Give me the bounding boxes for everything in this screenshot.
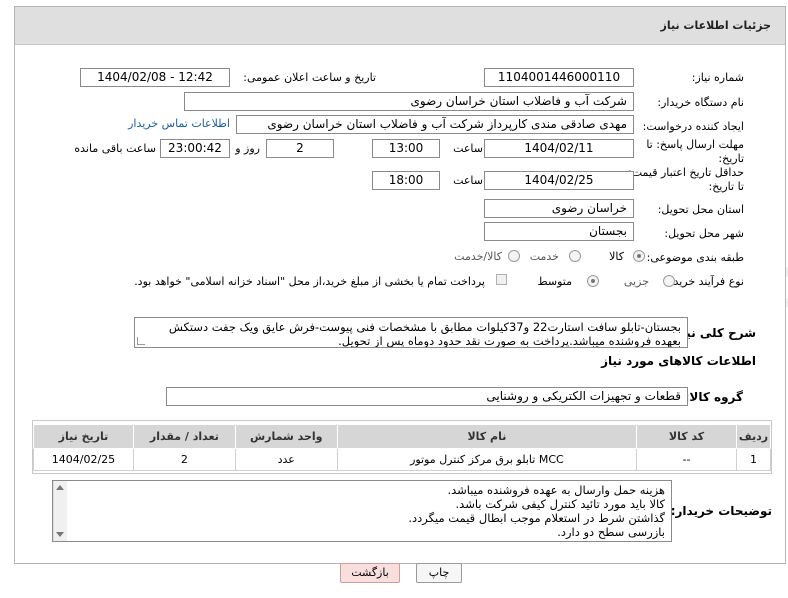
days-label: روز و: [235, 142, 260, 155]
process-type-label: نوع فرآیند خرید :: [666, 275, 744, 288]
goods-table-header: تاریخ نیاز تعداد / مقدار واحد شمارش نام …: [33, 424, 772, 449]
price-validity-time-field[interactable]: 18:00: [372, 171, 440, 190]
buyer-org-field[interactable]: شرکت آب و فاضلاب استان خراسان رضوی: [184, 92, 634, 111]
need-number-field[interactable]: 1104001446000110: [484, 68, 634, 87]
buyer-note-line: کالا باید مورد تائید کنترل کیفی شرکت باش…: [455, 497, 666, 511]
buyer-notes-textarea[interactable]: هزینه حمل وارسال به عهده فروشنده میباشد.…: [52, 480, 672, 542]
col-quantity: تعداد / مقدار: [132, 424, 236, 449]
remaining-time-label: ساعت باقی مانده: [74, 142, 156, 155]
cell-goods-name: تابلو برق مرکز کنترل موتور MCC: [336, 448, 638, 471]
print-button[interactable]: چاپ: [416, 563, 462, 583]
description-line-1: بجستان-تابلو سافت استارت22 و37کیلوات مطا…: [168, 320, 681, 334]
treasury-payment-note: پرداخت تمام یا بخشی از مبلغ خرید،از محل …: [134, 275, 485, 288]
announce-datetime-label: تاریخ و ساعت اعلان عمومی:: [243, 71, 376, 84]
buyer-contact-link[interactable]: اطلاعات تماس خریدار: [128, 117, 230, 130]
price-validity-time-label: ساعت: [453, 174, 483, 187]
buyer-note-line: گذاشتن شرط در استعلام موجب ابطال قیمت می…: [408, 511, 665, 525]
delivery-province-field[interactable]: خراسان رضوی: [484, 199, 634, 218]
goods-group-label: گروه کالا:: [684, 390, 743, 404]
category-goods-radio[interactable]: [633, 250, 645, 262]
scroll-down-icon[interactable]: [56, 532, 64, 537]
goods-section-title: اطلاعات کالاهای مورد نیاز: [601, 354, 756, 368]
category-goods-service-radio[interactable]: [508, 250, 520, 262]
cell-goods-code: --: [636, 448, 737, 471]
category-label: طبقه بندی موضوعی:: [646, 251, 744, 264]
reply-deadline-date-field[interactable]: 1404/02/11: [484, 139, 634, 158]
creator-field[interactable]: مهدی صادقی مندی کارپرداز شرکت آب و فاضلا…: [236, 115, 634, 134]
process-partial-radio[interactable]: [663, 275, 675, 287]
resize-handle-icon[interactable]: [137, 337, 145, 345]
goods-table: تاریخ نیاز تعداد / مقدار واحد شمارش نام …: [33, 424, 772, 471]
process-partial-label: جزیی: [623, 275, 649, 288]
delivery-city-label: شهر محل تحویل:: [664, 227, 744, 240]
panel-title: جزئیات اطلاعات نیاز: [660, 19, 772, 32]
back-button[interactable]: بازگشت: [340, 563, 400, 583]
creator-label: ایجاد کننده درخواست:: [642, 120, 744, 133]
goods-group-field[interactable]: قطعات و تجهیزات الکتریکی و روشنایی: [166, 387, 688, 406]
announce-datetime-field[interactable]: 1404/02/08 - 12:42: [80, 68, 230, 87]
process-medium-radio[interactable]: [587, 275, 599, 287]
cell-quantity: 2: [132, 448, 236, 471]
col-need-date: تاریخ نیاز: [33, 424, 134, 449]
delivery-city-field[interactable]: بجستان: [484, 222, 634, 241]
col-goods-name: نام کالا: [336, 424, 638, 449]
need-number-label: شماره نیاز:: [691, 71, 744, 84]
treasury-payment-checkbox[interactable]: [496, 274, 507, 285]
col-row: ردیف: [735, 424, 772, 449]
buyer-org-label: نام دستگاه خریدار:: [657, 96, 744, 109]
price-validity-label: حداقل تاریخ اعتبار قیمت: تا تاریخ:: [628, 166, 744, 193]
reply-deadline-time-field[interactable]: 13:00: [372, 139, 440, 158]
panel-header: جزئیات اطلاعات نیاز: [15, 7, 785, 45]
col-unit: واحد شمارش: [234, 424, 338, 449]
price-validity-date-field[interactable]: 1404/02/25: [484, 171, 634, 190]
category-goods-label: کالا: [609, 250, 624, 263]
category-service-radio[interactable]: [569, 250, 581, 262]
process-medium-label: متوسط: [537, 275, 572, 288]
delivery-province-label: استان محل تحویل:: [657, 203, 744, 216]
remaining-time-field[interactable]: 23:00:42: [160, 139, 230, 158]
reply-deadline-time-label: ساعت: [453, 142, 483, 155]
reply-deadline-label: مهلت ارسال پاسخ: تا تاریخ:: [646, 138, 744, 165]
table-row[interactable]: 1404/02/25 2 عدد تابلو برق مرکز کنترل مو…: [33, 448, 772, 471]
days-count-field[interactable]: 2: [266, 139, 334, 158]
scroll-up-icon[interactable]: [56, 485, 64, 490]
description-line-2: بعهده فروشنده میباشد.پرداخت به صورت نقد …: [338, 334, 681, 348]
notes-scrollbar[interactable]: [53, 481, 67, 541]
buyer-notes-label: توضیحات خریدار:: [670, 504, 772, 518]
category-service-label: خدمت: [529, 250, 559, 263]
description-textarea[interactable]: بجستان-تابلو سافت استارت22 و37کیلوات مطا…: [134, 317, 688, 348]
cell-unit: عدد: [234, 448, 338, 471]
cell-need-date: 1404/02/25: [33, 448, 134, 471]
category-goods-service-label: کالا/خدمت: [454, 250, 502, 263]
buyer-note-line: بازرسی سطح دو دارد.: [557, 525, 665, 539]
col-goods-code: کد کالا: [636, 424, 737, 449]
cell-row-number: 1: [735, 448, 772, 471]
buyer-note-line: هزینه حمل وارسال به عهده فروشنده میباشد.: [447, 483, 665, 497]
